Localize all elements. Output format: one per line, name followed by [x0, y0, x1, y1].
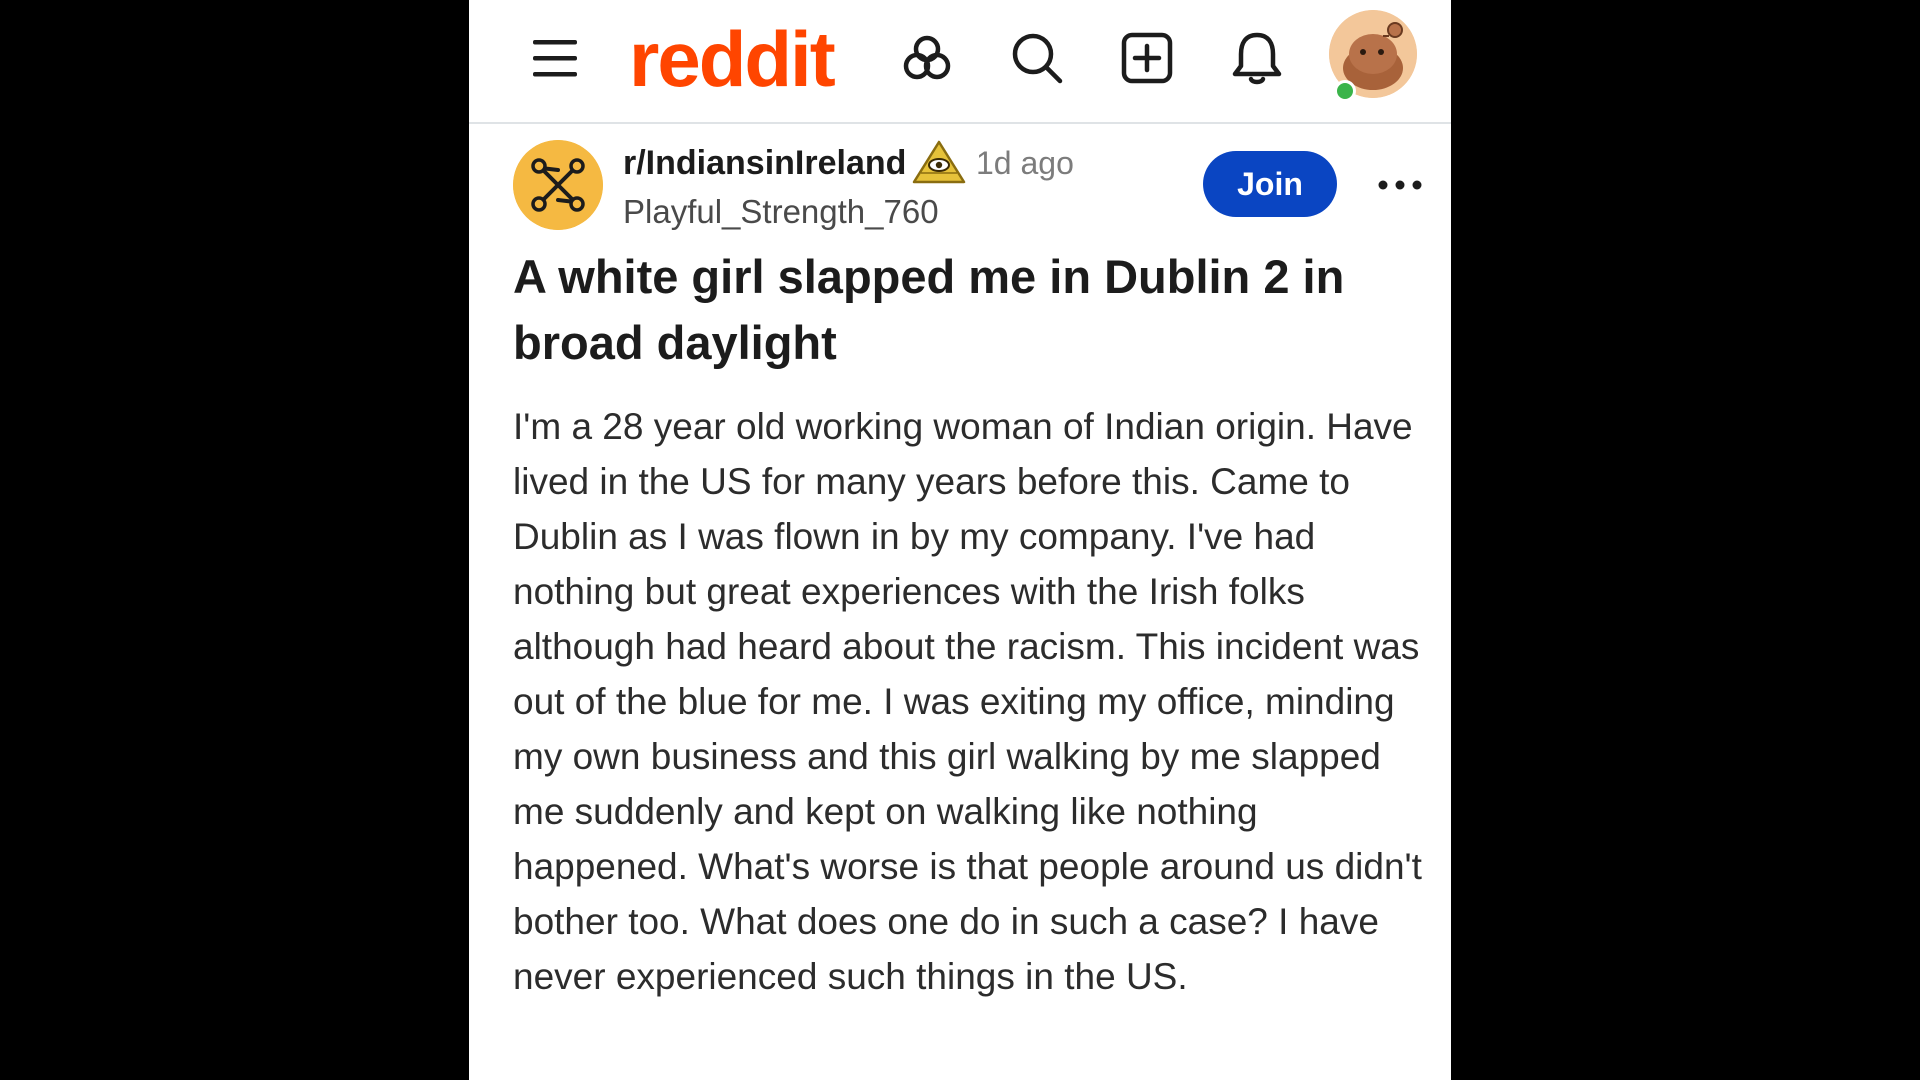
post-body: I'm a 28 year old working woman of India… [513, 406, 1422, 997]
subreddit-icon[interactable] [513, 140, 603, 230]
hamburger-menu-icon[interactable] [531, 36, 579, 80]
more-options-icon[interactable] [1373, 170, 1427, 200]
pyramid-eye-icon [912, 140, 966, 184]
create-post-icon[interactable] [1119, 30, 1175, 86]
bell-icon[interactable] [1229, 30, 1285, 86]
online-status-dot [1334, 80, 1356, 102]
post-title[interactable]: A white girl slapped me in Dublin 2 in b… [513, 244, 1413, 376]
subreddit-name[interactable]: r/IndiansinIreland [623, 143, 906, 183]
post-timestamp: 1d ago [976, 145, 1074, 181]
top-navigation-bar: reddit [469, 0, 1451, 124]
join-button[interactable]: Join [1203, 151, 1337, 217]
popular-icon[interactable] [899, 30, 955, 86]
search-icon[interactable] [1009, 30, 1065, 86]
reddit-logo[interactable]: reddit [629, 14, 844, 104]
reddit-logo-text: reddit [629, 15, 836, 103]
reddit-post-screen: reddit r/IndiansinIreland 1d ago Playful… [469, 0, 1451, 1080]
post-author[interactable]: Playful_Strength_760 [623, 192, 939, 232]
